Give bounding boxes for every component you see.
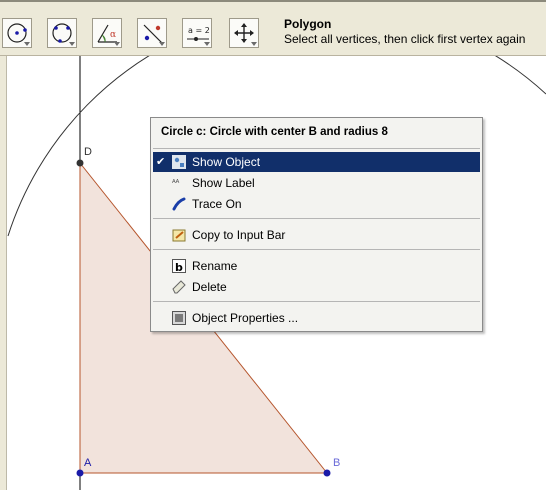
dropdown-arrow-icon — [114, 42, 120, 46]
delete-icon — [172, 280, 186, 294]
circle-center-point-tool-button[interactable] — [2, 18, 32, 48]
menu-item-label: Show Object — [192, 155, 261, 169]
checkmark-icon: ✔ — [156, 156, 166, 168]
dropdown-arrow-icon — [69, 42, 75, 46]
menu-item-show-label[interactable]: ᴬᴬ Show Label — [153, 173, 480, 193]
copy-to-input-bar-icon — [172, 229, 186, 242]
menu-item-label: Copy to Input Bar — [192, 228, 286, 242]
rename-icon: b — [172, 259, 186, 273]
menu-item-trace-on[interactable]: Trace On — [153, 194, 480, 214]
menu-separator — [153, 148, 480, 149]
show-label-icon: ᴬᴬ — [172, 178, 180, 187]
dropdown-arrow-icon — [251, 42, 257, 46]
context-menu-title: Circle c: Circle with center B and radiu… — [161, 126, 388, 138]
circle-three-points-tool-button[interactable] — [47, 18, 77, 48]
show-object-icon — [172, 155, 186, 169]
menu-item-delete[interactable]: Delete — [153, 277, 480, 297]
move-graphics-view-tool-button[interactable] — [229, 18, 259, 48]
angle-tool-button[interactable]: α — [92, 18, 122, 48]
menu-item-label: Rename — [192, 259, 238, 273]
reflect-point-tool-button[interactable] — [137, 18, 167, 48]
toolbar: α a = 2 Polygon Select all vertices, the… — [0, 0, 546, 56]
point-d[interactable] — [76, 159, 84, 167]
active-tool-hint: Select all vertices, then click first ve… — [284, 32, 526, 46]
trace-icon — [172, 197, 186, 211]
point-a-label: A — [84, 457, 92, 469]
point-d-label: D — [84, 146, 92, 158]
menu-separator — [153, 301, 480, 302]
svg-text:b: b — [175, 261, 183, 273]
menu-item-object-properties[interactable]: Object Properties ... — [153, 308, 480, 328]
dropdown-arrow-icon — [159, 42, 165, 46]
context-menu: Circle c: Circle with center B and radiu… — [150, 117, 483, 332]
object-properties-icon — [172, 311, 186, 325]
menu-item-copy-to-input-bar[interactable]: Copy to Input Bar — [153, 225, 480, 245]
menu-item-label: Object Properties ... — [192, 311, 299, 325]
menu-item-show-object[interactable]: ✔ Show Object — [153, 152, 480, 172]
slider-icon-text: a = 2 — [188, 26, 210, 35]
point-b[interactable] — [323, 469, 331, 477]
slider-tool-button[interactable]: a = 2 — [182, 18, 212, 48]
menu-item-rename[interactable]: b Rename — [153, 256, 480, 276]
menu-separator — [153, 249, 480, 250]
point-a[interactable] — [76, 469, 84, 477]
active-tool-name: Polygon — [284, 17, 332, 31]
svg-text:α: α — [110, 30, 116, 40]
point-b-label: B — [333, 457, 341, 469]
dropdown-arrow-icon — [204, 42, 210, 46]
menu-separator — [153, 218, 480, 219]
menu-item-label: Trace On — [192, 197, 242, 211]
menu-item-label: Delete — [192, 280, 227, 294]
dropdown-arrow-icon — [24, 42, 30, 46]
menu-item-label: Show Label — [192, 176, 255, 190]
